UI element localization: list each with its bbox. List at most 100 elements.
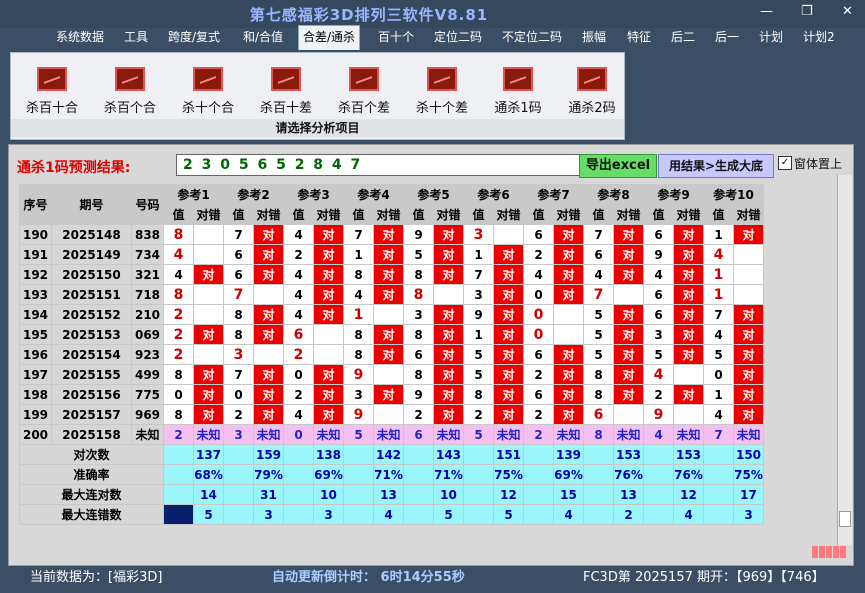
- table-row[interactable]: 198 2025156 775 0 对 0 对 2 对 3 对 9 对 8 对 6 对 8 对 2 对 1 对: [19, 384, 764, 405]
- row-value: 6: [283, 324, 314, 345]
- header-ref: 参考6: [463, 184, 524, 205]
- export-excel-button[interactable]: 导出excel: [579, 154, 657, 178]
- row-period: 2025156: [51, 384, 132, 405]
- menu-item-positions[interactable]: 百十个: [378, 26, 414, 48]
- row-hit: 对: [253, 244, 284, 265]
- stats-value: 10: [433, 484, 464, 505]
- prediction-numbers[interactable]: 2 3 0 5 6 5 2 8 4 7: [176, 154, 588, 176]
- row-seq: 198: [19, 384, 52, 405]
- menu-item-last-one[interactable]: 后一: [715, 26, 739, 48]
- kill-bai-shi-diff-button[interactable]: 杀百十差: [249, 67, 323, 117]
- table-row[interactable]: 196 2025154 923 2 3 2 8 对 6 对 5 对 6 对 5 对 5 对 5 对: [19, 344, 764, 365]
- stats-value: 153: [613, 444, 644, 465]
- row-miss: [373, 404, 404, 425]
- kill-bai-ge-diff-button[interactable]: 杀百个差: [327, 67, 401, 117]
- kill-shi-ge-sum-button[interactable]: 杀十个合: [171, 67, 245, 117]
- table-row[interactable]: 192 2025150 321 4 对 6 对 4 对 8 对 8 对 7 对 4 对 4 对 4 对 1: [19, 264, 764, 285]
- menu-item-features[interactable]: 特征: [627, 26, 651, 48]
- row-value: 8: [343, 324, 374, 345]
- row-value: 1: [343, 304, 374, 325]
- row-value: 5: [403, 244, 434, 265]
- stats-spacer: [223, 464, 254, 485]
- table-row[interactable]: 199 2025157 969 8 对 2 对 4 对 9 2 对 2 对 2 对 6 9 4 对: [19, 404, 764, 425]
- kill-shi-ge-diff-button[interactable]: 杀十个差: [405, 67, 479, 117]
- row-value: 2: [523, 244, 554, 265]
- row-value: 2: [223, 404, 254, 425]
- row-period: 2025155: [51, 364, 132, 385]
- minimize-icon[interactable]: —: [760, 4, 773, 19]
- row-seq: 193: [19, 284, 52, 305]
- row-hit: 对: [253, 364, 284, 385]
- row-miss: [553, 324, 584, 345]
- close-icon[interactable]: ✕: [842, 4, 853, 19]
- kill-bai-shi-sum-button[interactable]: 杀百十合: [15, 67, 89, 117]
- row-value: 2: [163, 324, 194, 345]
- menu-item-sum-diff[interactable]: 合差/通杀: [298, 25, 361, 50]
- menu-item-last-two[interactable]: 后二: [671, 26, 695, 48]
- menu-item-sum[interactable]: 和/合值: [243, 26, 283, 48]
- row-hit: 对: [373, 384, 404, 405]
- row-hit: 对: [253, 304, 284, 325]
- scrollbar-thumb[interactable]: [839, 511, 851, 527]
- table-row[interactable]: 190 2025148 838 8 7 对 4 对 7 对 9 对 3 6 对 7 对 6 对 1 对: [19, 224, 764, 245]
- row-hit: 对: [673, 264, 704, 285]
- pin-window-checkbox[interactable]: ✓: [778, 156, 792, 170]
- menu-item-span[interactable]: 跨度/复式: [168, 26, 220, 48]
- table-row[interactable]: 200 2025158 未知 2 未知 3 未知 0 未知 5 未知 6 未知 5 未知 2 未知 8 未知 4 未知 7…: [19, 424, 764, 445]
- table-row[interactable]: 195 2025153 069 2 对 8 对 6 8 对 8 对 1 对 0 5 对 3 对 4 对: [19, 324, 764, 345]
- table-row[interactable]: 193 2025151 718 8 7 4 对 4 对 8 3 对 0 对 7 6 对 1: [19, 284, 764, 305]
- row-hit: 对: [493, 264, 524, 285]
- stats-value: 10: [313, 484, 344, 505]
- restore-icon[interactable]: ❐: [801, 4, 813, 19]
- generate-base-button[interactable]: 用结果>生成大底: [658, 154, 774, 178]
- menu-item-plan2[interactable]: 计划2: [803, 26, 835, 48]
- menu-item-plan[interactable]: 计划: [759, 26, 783, 48]
- row-value: 6: [223, 244, 254, 265]
- row-miss: [733, 244, 764, 265]
- stats-spacer: [643, 484, 674, 505]
- table-row[interactable]: 194 2025152 210 2 8 对 4 对 1 3 对 9 对 0 5 对 6 对 7 对: [19, 304, 764, 325]
- menu-item-unfixed-two[interactable]: 不定位二码: [502, 26, 562, 48]
- stats-spacer: [283, 484, 314, 505]
- stats-value: 4: [673, 504, 704, 525]
- stats-spacer: [283, 504, 314, 525]
- row-hit: 对: [253, 324, 284, 345]
- menu-item-fixed-two[interactable]: 定位二码: [434, 26, 482, 48]
- row-value: 2: [163, 424, 194, 445]
- kill-two-code-button[interactable]: 通杀2码: [555, 67, 629, 117]
- kill-one-code-button[interactable]: 通杀1码: [481, 67, 555, 117]
- menu-item-amplitude[interactable]: 振幅: [582, 26, 606, 48]
- row-value: 0: [523, 304, 554, 325]
- row-hit: 对: [433, 304, 464, 325]
- row-miss: [193, 304, 224, 325]
- stats-value: 2: [613, 504, 644, 525]
- row-value: 3: [223, 344, 254, 365]
- row-hit-unknown: 未知: [313, 424, 344, 445]
- kill-bai-ge-sum-button[interactable]: 杀百个合: [93, 67, 167, 117]
- row-value: 4: [163, 264, 194, 285]
- row-hit: 对: [373, 344, 404, 365]
- row-hit: 对: [493, 304, 524, 325]
- row-hit: 对: [613, 224, 644, 245]
- row-hit: 对: [673, 344, 704, 365]
- row-value: 0: [283, 424, 314, 445]
- row-value: 9: [403, 384, 434, 405]
- row-value: 8: [403, 264, 434, 285]
- header-value: 值: [643, 204, 674, 225]
- menu-item-tools[interactable]: 工具: [124, 26, 148, 48]
- row-value: 7: [583, 224, 614, 245]
- row-code: 775: [131, 384, 164, 405]
- row-value: 8: [583, 424, 614, 445]
- row-hit: 对: [733, 324, 764, 345]
- row-value: 6: [583, 404, 614, 425]
- row-value: 4: [283, 224, 314, 245]
- vertical-scrollbar[interactable]: [837, 175, 852, 545]
- row-value: 8: [403, 284, 434, 305]
- row-hit-unknown: 未知: [373, 424, 404, 445]
- table-row[interactable]: 191 2025149 734 4 6 对 2 对 1 对 5 对 1 对 2 对 6 对 9 对 4: [19, 244, 764, 265]
- menu-item-system-data[interactable]: 系统数据: [56, 26, 104, 48]
- table-row[interactable]: 197 2025155 499 8 对 7 对 0 对 9 8 对 5 对 2 对 8 对 4 0 对: [19, 364, 764, 385]
- row-value: 2: [163, 304, 194, 325]
- header-hit: 对错: [553, 204, 584, 225]
- header-ref: 参考5: [403, 184, 464, 205]
